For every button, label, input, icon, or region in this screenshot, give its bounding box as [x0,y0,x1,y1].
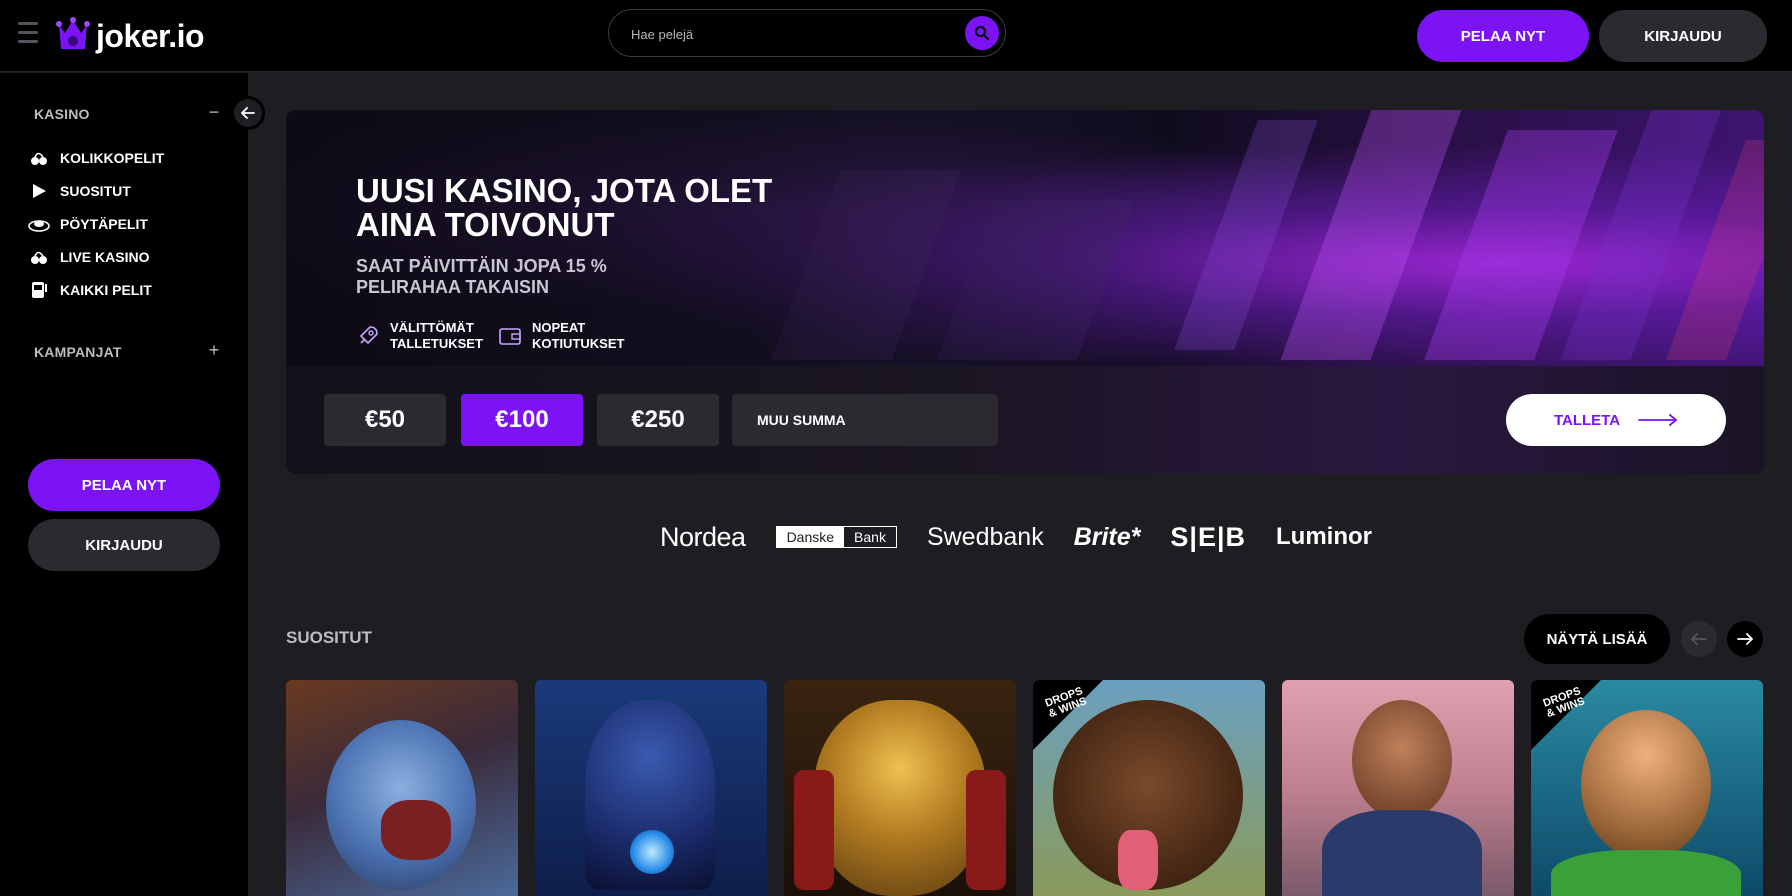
amount-100-button[interactable]: €100 [461,394,583,446]
joker-crown-icon [56,17,90,49]
feature-instant-deposits: VÄLITTÖMÄT TALLETUKSET [356,320,490,352]
payment-providers: Nordea Danske Bank Swedbank Brite* S|E|B… [660,520,1402,554]
cherries-icon [28,246,50,268]
site-logo[interactable]: joker.io [56,16,205,56]
seb-logo: S|E|B [1170,521,1247,552]
hero-title: UUSI KASINO, JOTA OLET AINA TOIVONUT [356,172,773,243]
sidebar-item-label: LIVE KASINO [60,249,150,265]
sidebar-item-live-kasino[interactable]: LIVE KASINO [28,244,228,270]
sidebar-item-poytapelit[interactable]: PÖYTÄPELIT [28,211,228,237]
game-card-cobra[interactable] [784,680,1016,896]
deposit-button[interactable]: TALLETA [1506,394,1726,446]
brite-logo: Brite* [1073,522,1141,551]
sidebar-item-label: KAIKKI PELIT [60,282,152,298]
menu-icon[interactable] [18,22,38,46]
feature-label: VÄLITTÖMÄT TALLETUKSET [390,320,483,351]
carousel-next-button[interactable] [1727,621,1763,657]
sidebar-item-kaikki-pelit[interactable]: KAIKKI PELIT [28,277,228,303]
show-more-button[interactable]: NÄYTÄ LISÄÄ [1524,614,1670,664]
luminor-logo: Luminor [1276,523,1373,550]
arrow-left-icon [240,107,255,119]
casino-collapse-toggle[interactable]: − [206,102,222,123]
sidebar-item-label: KOLIKKOPELIT [60,150,165,166]
hero-banner: UUSI KASINO, JOTA OLET AINA TOIVONUT SAA… [286,110,1764,474]
game-card-werewolf[interactable] [286,680,518,896]
arrow-right-icon [1638,414,1678,426]
danske-bank-logo-left: Danske [776,527,845,547]
sidebar-campaigns-heading[interactable]: KAMPANJAT [34,344,122,360]
sidebar-login-button[interactable]: KIRJAUDU [28,519,220,571]
feature-fast-withdrawals: NOPEAT KOTIUTUKSET [498,320,632,352]
search-icon [975,26,990,41]
hero-subtitle: SAAT PÄIVITTÄIN JOPA 15 % PELIRAHAA TAKA… [356,256,607,297]
game-card-dog[interactable]: DROPS & WINS [1033,680,1265,896]
slot-machine-icon [28,279,50,301]
search-button[interactable] [965,16,999,50]
arrow-left-icon [1691,633,1707,645]
amount-250-button[interactable]: €250 [597,394,719,446]
sidebar-item-label: SUOSITUT [60,183,131,199]
search-box [608,9,1006,57]
rocket-icon [359,326,378,345]
amount-50-button[interactable]: €50 [324,394,446,446]
logo-text: joker.io [96,17,205,54]
header-login-button[interactable]: KIRJAUDU [1599,10,1767,62]
carousel-prev-button[interactable] [1681,621,1717,657]
deposit-label: TALLETA [1553,411,1621,429]
arrow-right-icon [1737,633,1753,645]
play-icon [28,180,50,202]
top-bar: joker.io PELAA NYT KIRJAUDU [0,0,1792,72]
sidebar-play-button[interactable]: PELAA NYT [28,459,220,511]
cherries-icon [28,147,50,169]
roulette-icon [28,213,50,235]
game-card-gangster[interactable] [1282,680,1514,896]
danske-bank-logo-right: Bank [844,527,896,547]
campaigns-expand-toggle[interactable]: + [206,340,222,361]
search-input[interactable] [631,23,951,45]
feature-label: NOPEAT KOTIUTUKSET [532,320,625,351]
wallet-icon [499,328,521,345]
sidebar: KASINO − KOLIKKOPELIT SUOSITUT PÖYTÄPELI… [0,73,248,896]
sidebar-item-kolikkopelit[interactable]: KOLIKKOPELIT [28,145,228,171]
game-card-wizard[interactable] [535,680,767,896]
game-card-fisherman[interactable]: DROPS & WINS [1531,680,1763,896]
sidebar-item-label: PÖYTÄPELIT [60,216,148,232]
sidebar-item-suositut[interactable]: SUOSITUT [28,178,228,204]
popular-section-title: SUOSITUT [286,628,372,647]
nordea-logo: Nordea [660,521,746,552]
sidebar-collapse-button[interactable] [231,96,265,130]
header-play-button[interactable]: PELAA NYT [1417,10,1589,62]
danske-bank-logo: Danske Bank [775,526,897,548]
sidebar-casino-heading[interactable]: KASINO [34,106,90,122]
custom-amount-input[interactable]: MUU SUMMA [732,394,998,446]
swedbank-logo: Swedbank [926,522,1044,551]
